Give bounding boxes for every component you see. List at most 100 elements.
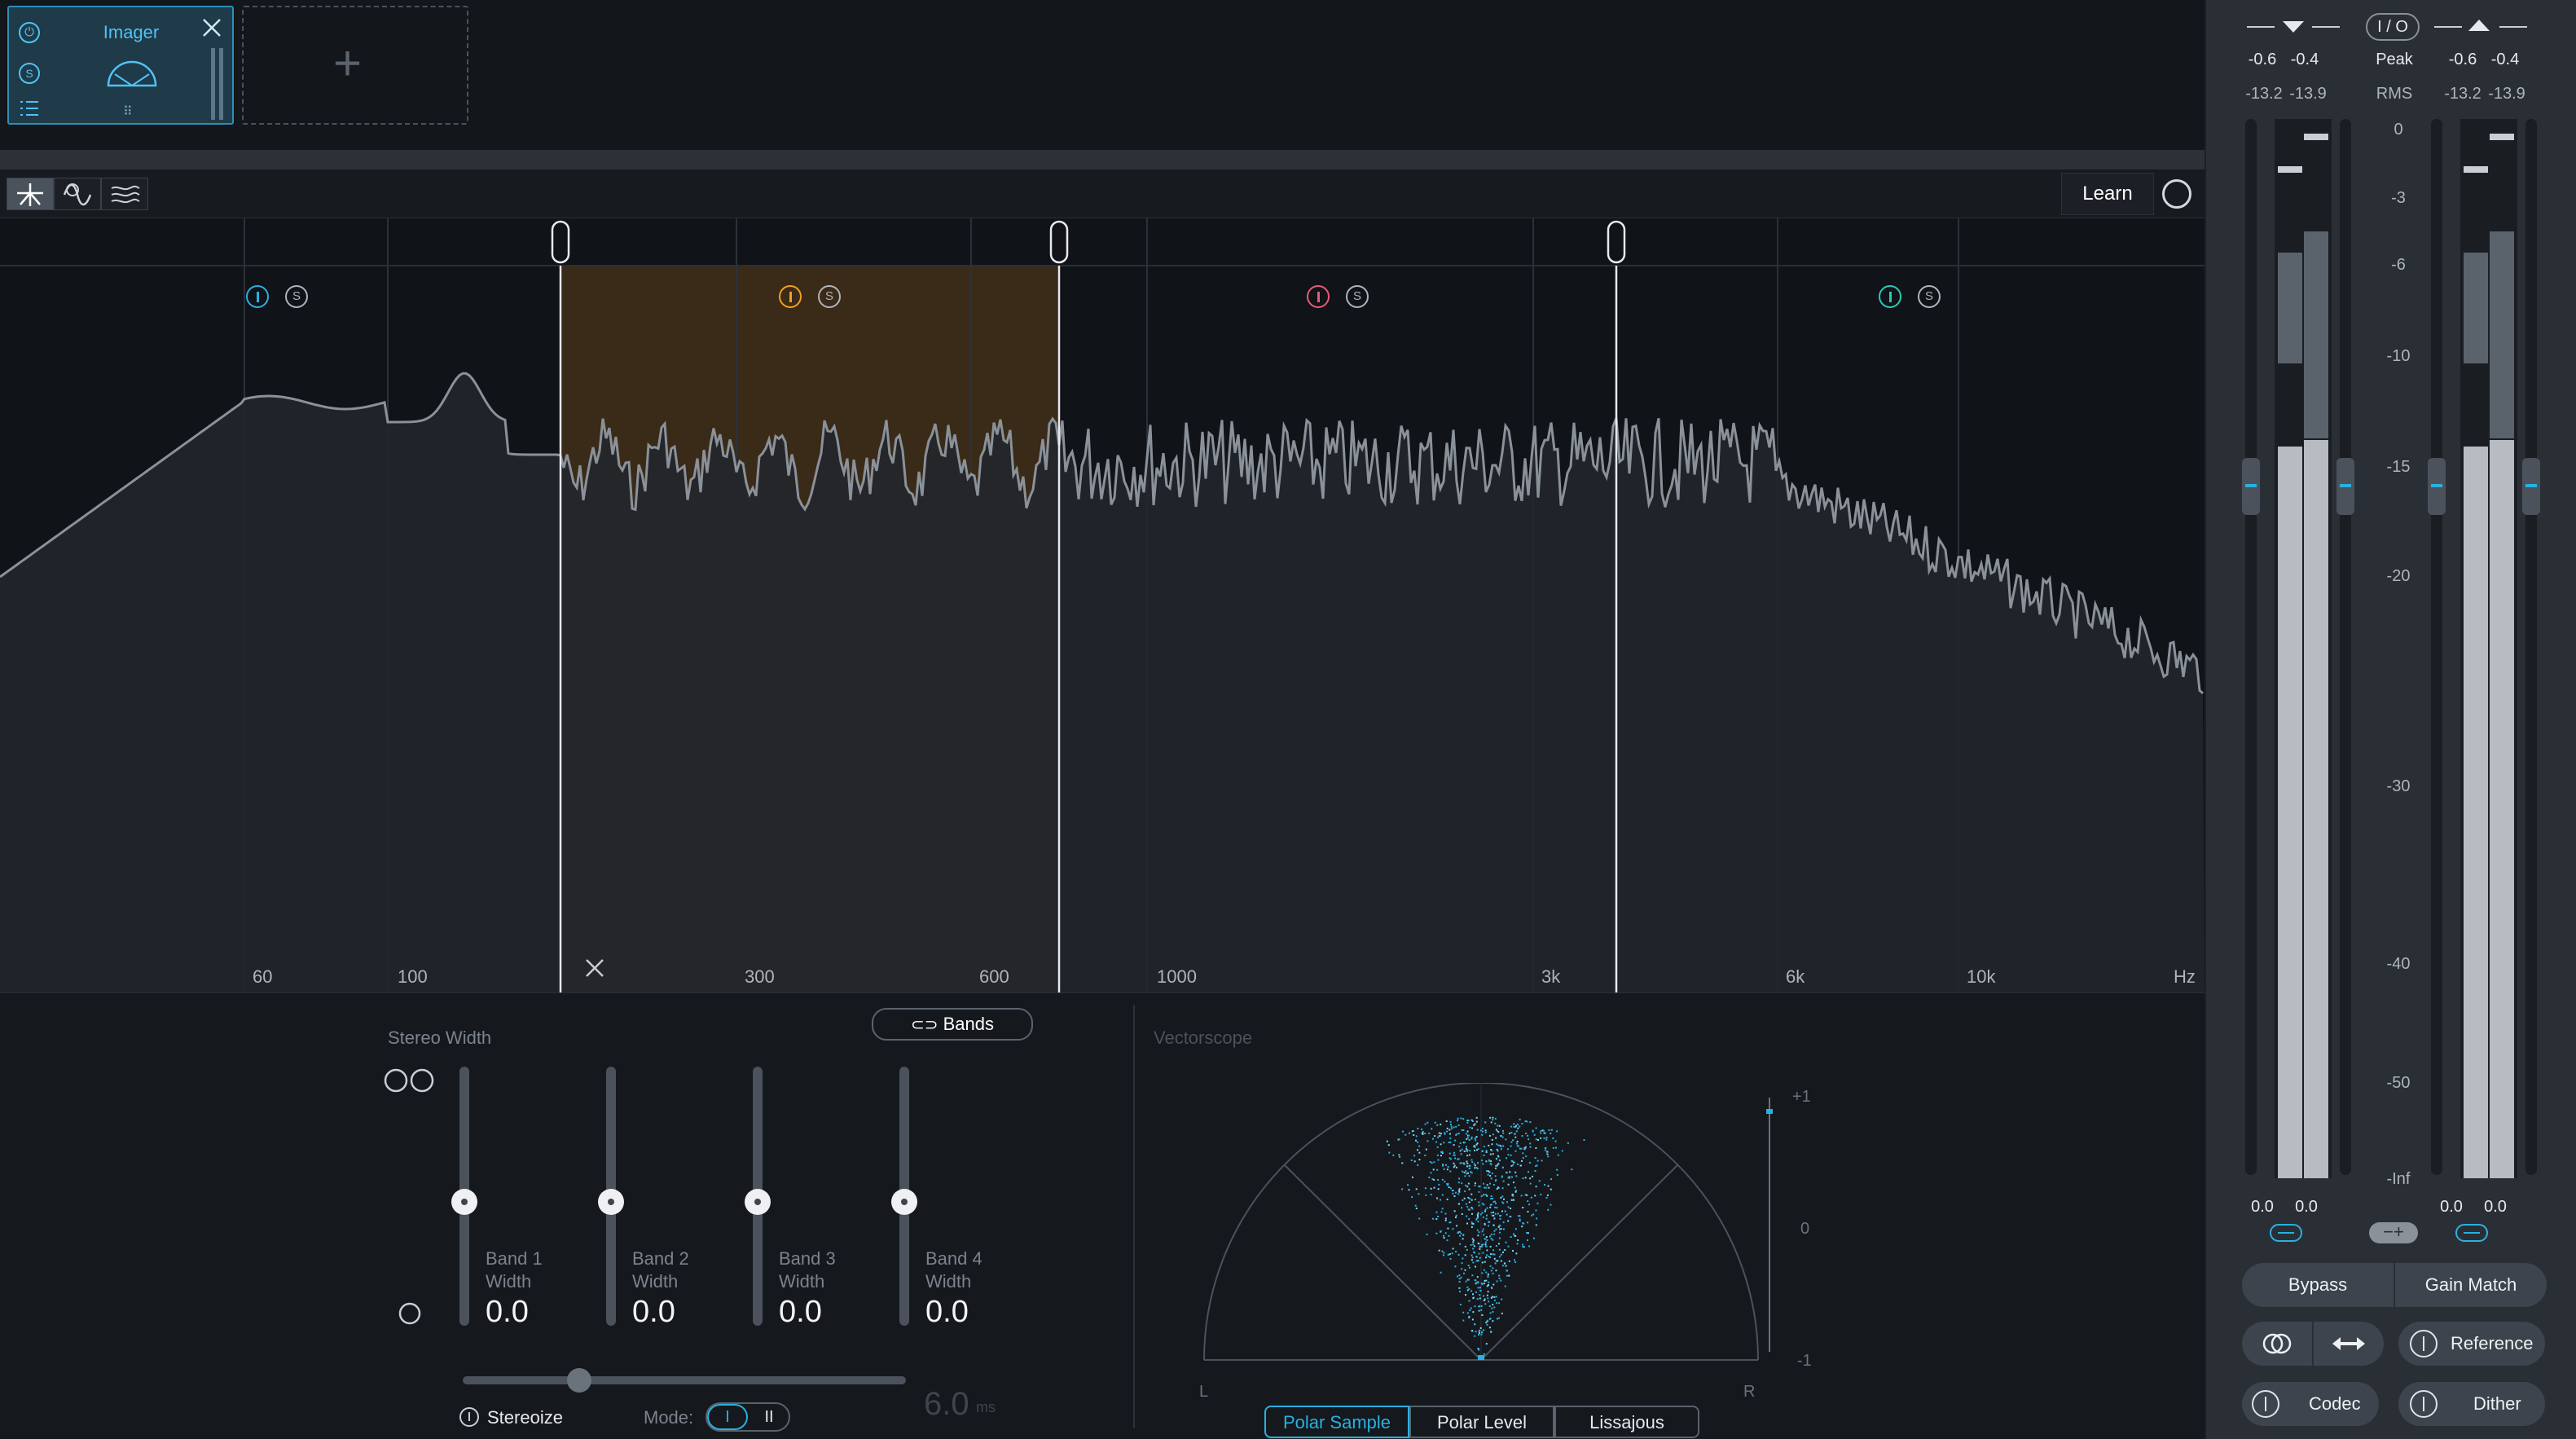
band-4-solo-button[interactable]: S [1918, 285, 1941, 308]
vectorscope-display[interactable] [1189, 1083, 1776, 1368]
input-meter-right-peak [2304, 134, 2328, 140]
stereoize-delay-knob[interactable] [567, 1368, 591, 1393]
gain-match-button[interactable]: Gain Match [2395, 1263, 2547, 1307]
band-1-width-value[interactable]: 0.0 [486, 1295, 529, 1330]
output-meter-right-rms [2490, 231, 2514, 438]
mono-button[interactable] [2242, 1322, 2312, 1366]
input-gain-fader-right[interactable] [2340, 119, 2351, 1175]
module-chain: ⏻ S Imager ⠿ + [0, 0, 2205, 150]
history-icon[interactable] [2162, 179, 2191, 209]
freq-label: 300 [745, 966, 775, 987]
reference-label: Reference [2451, 1333, 2534, 1353]
output-meter-right-peak [2490, 134, 2514, 140]
band-1-solo-button[interactable]: S [285, 285, 308, 308]
input-gain-fader[interactable] [2245, 119, 2257, 1175]
vectorscope-right-label: R [1743, 1383, 1756, 1401]
vectorscope-scale-top: +1 [1792, 1088, 1811, 1106]
add-module-slot[interactable]: + [242, 6, 468, 125]
io-toggle[interactable]: I / O [2366, 13, 2420, 41]
output-peak-left: -0.6 [2448, 51, 2477, 68]
band-4-slider-knob[interactable] [891, 1189, 917, 1215]
power-icon[interactable]: ⏻ [19, 22, 40, 43]
tab-lissajous[interactable]: Lissajous [1554, 1406, 1699, 1438]
band-2-solo-button[interactable]: S [818, 285, 841, 308]
tab-polar-level[interactable]: Polar Level [1409, 1406, 1554, 1438]
output-meter-left-level [2464, 447, 2488, 1178]
learn-button[interactable]: Learn [2061, 173, 2154, 215]
output-gain-icon[interactable] [2467, 18, 2491, 37]
dither-button[interactable]: Dither [2398, 1382, 2545, 1426]
output-meter-left-rms [2464, 253, 2488, 363]
waveform-view-button[interactable] [54, 178, 101, 210]
freq-unit-label: Hz [2174, 966, 2196, 987]
drag-handle-icon[interactable]: ⠿ [123, 103, 133, 120]
band-4-power-icon[interactable] [1879, 285, 1901, 308]
band-3-power-icon[interactable] [1307, 285, 1330, 308]
band-3-sub-label: Width [779, 1271, 825, 1292]
input-gain-left-value[interactable]: 0.0 [2242, 1198, 2283, 1217]
bypass-button[interactable]: Bypass [2242, 1263, 2394, 1307]
codec-button[interactable]: Codec [2242, 1382, 2379, 1426]
freq-label: 600 [979, 966, 1009, 987]
output-gain-fader[interactable] [2431, 119, 2442, 1175]
mode-option-2[interactable]: II [750, 1404, 789, 1430]
band-2-width-value[interactable]: 0.0 [632, 1295, 675, 1330]
input-meter-left-level [2278, 447, 2302, 1178]
crossover-handle-3[interactable] [1607, 220, 1626, 264]
output-fader-thumb[interactable] [2428, 458, 2446, 515]
freq-label: 3k [1541, 966, 1561, 987]
swap-channels-button[interactable] [2314, 1322, 2384, 1366]
input-gain-icon[interactable] [2281, 20, 2306, 38]
output-gain-right-value[interactable]: 0.0 [2475, 1198, 2516, 1217]
band-3-slider-knob[interactable] [745, 1189, 771, 1215]
stereoize-delay-slider[interactable] [463, 1376, 906, 1384]
input-gain-right-value[interactable]: 0.0 [2286, 1198, 2327, 1217]
band-1-slider-knob[interactable] [451, 1189, 477, 1215]
link-bands-button[interactable]: ⊂⊃ Bands [872, 1008, 1033, 1041]
module-card-imager[interactable]: ⏻ S Imager ⠿ [7, 6, 234, 125]
spectrum-fill [0, 373, 2205, 992]
output-link-icon[interactable] [2455, 1224, 2488, 1242]
output-gain-left-value[interactable]: 0.0 [2431, 1198, 2472, 1217]
link-bands-label: Bands [943, 1014, 994, 1034]
band-4-width-value[interactable]: 0.0 [925, 1295, 969, 1330]
output-gain-fader-right[interactable] [2525, 119, 2537, 1175]
dither-label: Dither [2473, 1393, 2521, 1414]
input-link-icon[interactable] [2270, 1224, 2302, 1242]
spectrum-svg [0, 218, 2205, 992]
scale-label: -50 [2386, 1074, 2411, 1092]
list-icon[interactable] [19, 99, 40, 118]
mode-selector[interactable]: I II [706, 1402, 790, 1432]
input-fader-right-thumb[interactable] [2336, 458, 2354, 515]
freq-label: 100 [398, 966, 428, 987]
delay-value: 6.0 [924, 1386, 969, 1422]
band-3-width-value[interactable]: 0.0 [779, 1295, 822, 1330]
spectrum-view-button[interactable] [101, 178, 148, 210]
tab-polar-sample[interactable]: Polar Sample [1264, 1406, 1409, 1438]
vectorscope-scale-bottom: -1 [1797, 1352, 1812, 1370]
stereo-width-title: Stereo Width [388, 1028, 492, 1048]
vectorscope-scale-mid: 0 [1800, 1220, 1810, 1238]
band-3-solo-button[interactable]: S [1346, 285, 1369, 308]
stereoize-power-icon[interactable] [459, 1407, 479, 1427]
delay-unit: ms [976, 1399, 996, 1415]
stereo-view-button[interactable] [7, 178, 54, 210]
mode-option-1[interactable]: I [707, 1404, 748, 1430]
input-peak-right: -0.4 [2290, 51, 2319, 68]
band-1-power-icon[interactable] [246, 285, 269, 308]
crossover-handle-2[interactable] [1049, 220, 1069, 264]
input-meter-right-level [2304, 440, 2328, 1178]
solo-icon[interactable]: S [19, 63, 40, 84]
band-1-sub-label: Width [486, 1271, 532, 1292]
crossover-handle-1[interactable] [551, 220, 570, 264]
reference-button[interactable]: Reference [2398, 1322, 2545, 1366]
input-fader-thumb[interactable] [2242, 458, 2260, 515]
output-fader-right-thumb[interactable] [2522, 458, 2540, 515]
spectrum-display[interactable]: S S S S 60 100 300 600 1000 3k 6k 10k Hz [0, 218, 2205, 992]
module-meter-right [219, 48, 223, 120]
gain-step-buttons[interactable]: −+ [2369, 1222, 2418, 1243]
close-icon[interactable] [201, 17, 222, 42]
reference-power-icon [2410, 1330, 2438, 1358]
band-2-slider-knob[interactable] [598, 1189, 624, 1215]
band-2-power-icon[interactable] [779, 285, 802, 308]
